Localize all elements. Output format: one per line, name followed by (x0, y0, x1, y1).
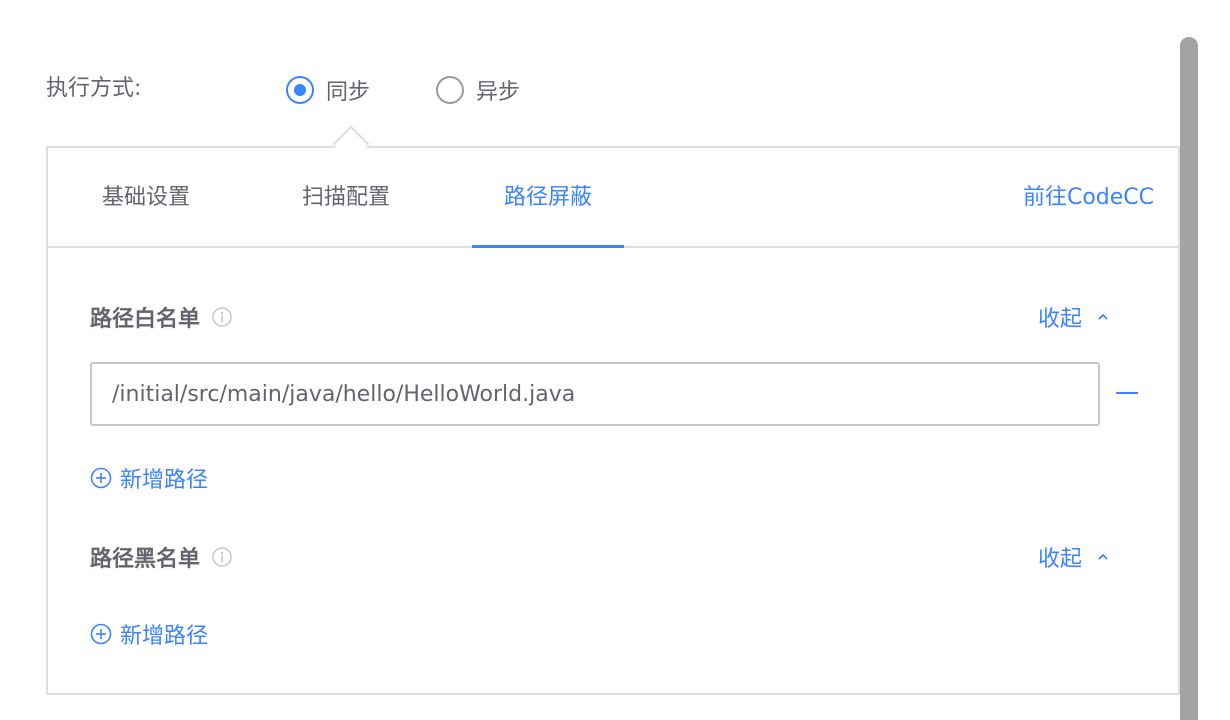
goto-codecc-link[interactable]: 前往CodeCC (1023, 148, 1154, 248)
tab-basic-settings[interactable]: 基础设置 (102, 148, 202, 248)
vertical-scrollbar[interactable] (1180, 37, 1198, 720)
blacklist-collapse-button[interactable]: 收起 (1038, 542, 1110, 572)
whitelist-path-input[interactable] (90, 362, 1100, 426)
info-icon[interactable] (212, 307, 232, 327)
blacklist-title-text: 路径黑名单 (90, 547, 201, 572)
info-icon[interactable] (212, 547, 232, 567)
whitelist-title: 路径白名单 (90, 302, 232, 332)
page: 执行方式: 同步 异步 基础设置 扫描配置 路径屏蔽 前往CodeCC 路径白名… (0, 0, 1230, 720)
tab-bar: 基础设置 扫描配置 路径屏蔽 前往CodeCC (48, 148, 1178, 248)
radio-checked-icon[interactable] (286, 76, 314, 104)
blacklist-collapse-label: 收起 (1037, 547, 1082, 572)
whitelist-add-path-label: 新增路径 (120, 468, 209, 493)
blacklist-title: 路径黑名单 (90, 542, 232, 572)
radio-sync-label: 同步 (326, 80, 371, 105)
radio-sync[interactable]: 同步 (286, 73, 370, 107)
chevron-up-icon (1098, 553, 1108, 560)
radio-async[interactable]: 异步 (436, 73, 520, 107)
blacklist-add-path-label: 新增路径 (120, 624, 209, 649)
plus-circle-icon (90, 467, 112, 489)
plus-circle-icon (90, 623, 112, 645)
whitelist-title-text: 路径白名单 (90, 307, 201, 332)
whitelist-add-path-button[interactable]: 新增路径 (90, 463, 208, 493)
tab-scan-config[interactable]: 扫描配置 (302, 148, 402, 248)
whitelist-collapse-label: 收起 (1037, 307, 1082, 332)
whitelist-collapse-button[interactable]: 收起 (1038, 302, 1110, 332)
exec-mode-label: 执行方式: (46, 76, 142, 101)
radio-async-label: 异步 (476, 80, 521, 105)
radio-unchecked-icon[interactable] (436, 76, 464, 104)
path-settings-panel: 基础设置 扫描配置 路径屏蔽 前往CodeCC 路径白名单 收起 /initia… (46, 146, 1180, 695)
tab-path-mask[interactable]: 路径屏蔽 (472, 148, 624, 248)
blacklist-add-path-button[interactable]: 新增路径 (90, 619, 208, 649)
chevron-up-icon (1098, 313, 1108, 320)
remove-path-icon[interactable] (1116, 392, 1138, 394)
